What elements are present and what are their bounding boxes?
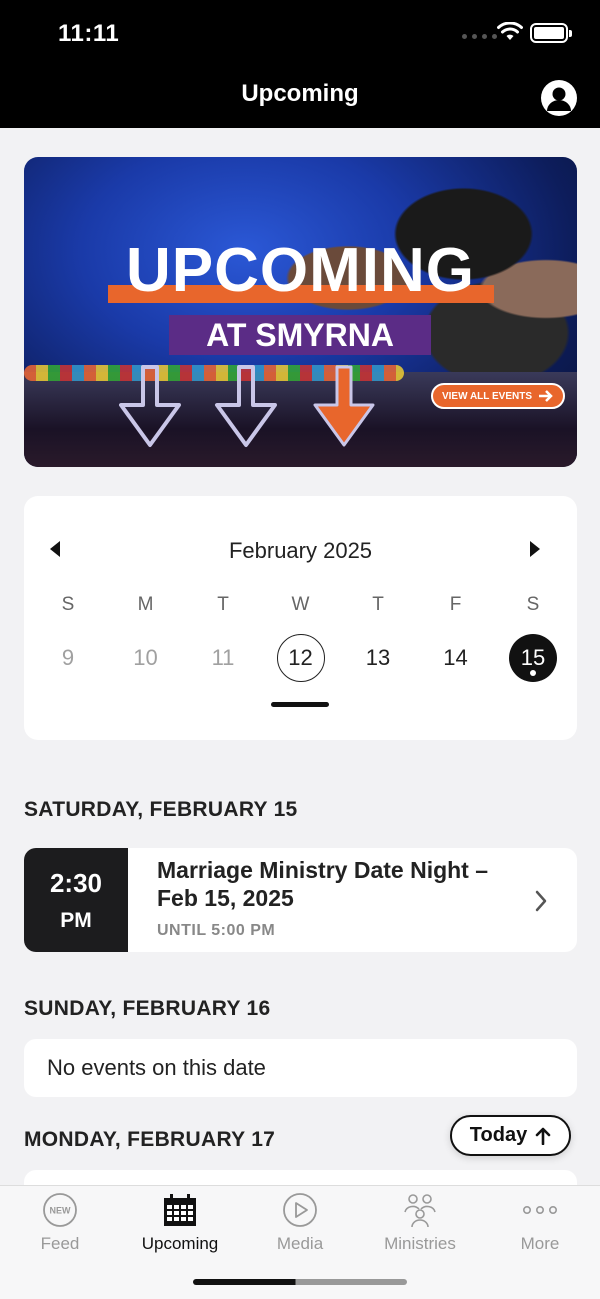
weekday-header: S M T W T F S bbox=[44, 594, 557, 616]
calendar-day[interactable]: 10 bbox=[122, 634, 170, 682]
week-days: 9 10 11 12 13 14 15 bbox=[44, 634, 557, 682]
calendar-day-today[interactable]: 12 bbox=[276, 634, 325, 682]
calendar-day[interactable]: 11 bbox=[199, 634, 247, 682]
upcoming-banner[interactable]: UPCOMING AT SMYRNA VIEW ALL EVENTS bbox=[24, 157, 577, 467]
weekday-label: M bbox=[137, 594, 154, 615]
calendar-day[interactable]: 13 bbox=[354, 634, 402, 682]
status-time: 11:11 bbox=[58, 20, 120, 47]
cta-label: VIEW ALL EVENTS bbox=[441, 390, 532, 402]
more-dots-icon bbox=[522, 1206, 557, 1215]
tab-label: More bbox=[520, 1234, 560, 1253]
event-start-ampm: PM bbox=[60, 909, 92, 932]
weekday-label: S bbox=[526, 594, 540, 615]
down-arrows-icon bbox=[119, 365, 375, 447]
today-button-label: Today bbox=[469, 1124, 528, 1146]
top-bar: 11:11 Upcoming bbox=[0, 0, 600, 128]
week-calendar: February 2025 S M T W T F S 9 10 11 12 1… bbox=[24, 496, 577, 740]
battery-icon bbox=[530, 23, 572, 43]
people-icon bbox=[404, 1194, 436, 1228]
weekday-label: S bbox=[61, 594, 75, 615]
calendar-day[interactable]: 9 bbox=[44, 634, 92, 682]
weekday-label: F bbox=[449, 594, 462, 615]
calendar-icon bbox=[164, 1194, 196, 1226]
home-indicator bbox=[193, 1279, 407, 1285]
calendar-day-selected[interactable]: 15 bbox=[509, 634, 557, 682]
wifi-icon bbox=[497, 22, 523, 40]
tab-label: Upcoming bbox=[141, 1234, 219, 1253]
cellular-signal-icon bbox=[462, 34, 497, 39]
view-all-events-button[interactable]: VIEW ALL EVENTS bbox=[431, 383, 565, 409]
new-badge-icon: NEW bbox=[43, 1193, 77, 1227]
person-circle-icon bbox=[547, 87, 571, 111]
date-heading: SUNDAY, FEBRUARY 16 bbox=[24, 997, 271, 1020]
arrow-up-icon bbox=[535, 1127, 551, 1145]
date-heading: SATURDAY, FEBRUARY 15 bbox=[24, 798, 298, 821]
event-start-time: 2:30 bbox=[49, 868, 103, 898]
play-circle-icon bbox=[283, 1193, 317, 1227]
event-time-block: 2:30 PM bbox=[24, 848, 128, 952]
page-title: Upcoming bbox=[241, 80, 359, 107]
no-events-message: No events on this date bbox=[24, 1039, 577, 1097]
tab-label: Feed bbox=[40, 1234, 80, 1253]
banner-subtitle: AT SMYRNA bbox=[169, 315, 431, 355]
calendar-expand-handle[interactable] bbox=[271, 702, 329, 707]
calendar-day[interactable]: 14 bbox=[432, 634, 480, 682]
today-button[interactable]: Today bbox=[450, 1115, 571, 1156]
weekday-label: T bbox=[217, 594, 229, 615]
profile-button[interactable] bbox=[541, 80, 577, 116]
next-week-arrow-icon[interactable] bbox=[526, 540, 542, 558]
event-card[interactable]: 2:30 PM Marriage Ministry Date Night – F… bbox=[24, 848, 577, 952]
tab-label: Ministries bbox=[384, 1234, 456, 1253]
event-title: Marriage Ministry Date Night – Feb 15, 2… bbox=[157, 857, 489, 911]
calendar-month-label: February 2025 bbox=[228, 538, 373, 563]
banner-title: UPCOMING bbox=[126, 236, 475, 305]
arrow-right-icon bbox=[539, 390, 553, 402]
weekday-label: W bbox=[291, 594, 310, 615]
tab-label: Media bbox=[276, 1234, 324, 1253]
new-badge-text: NEW bbox=[50, 1206, 72, 1216]
event-end-time: UNTIL 5:00 PM bbox=[157, 922, 276, 939]
chevron-right-icon bbox=[535, 890, 547, 912]
weekday-label: T bbox=[372, 594, 384, 615]
date-heading: MONDAY, FEBRUARY 17 bbox=[24, 1128, 276, 1151]
